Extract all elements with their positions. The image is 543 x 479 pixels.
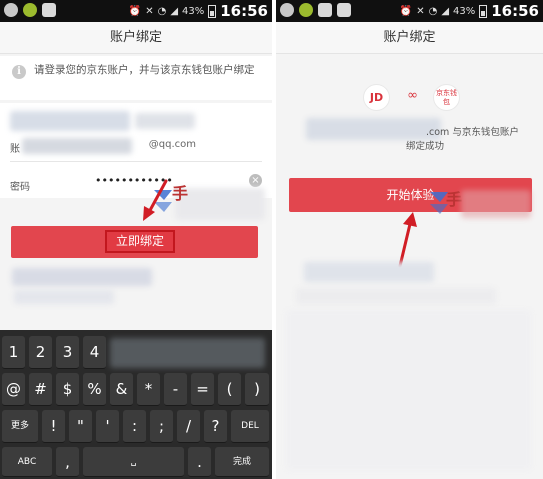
wifi-icon: ◔ (428, 5, 438, 17)
account-field[interactable]: 账 @qq.com (10, 136, 262, 162)
battery-percent: 43% (182, 5, 205, 17)
key-semicolon[interactable]: ; (150, 410, 173, 443)
success-line-1: .com 与京东钱包账户 (426, 127, 519, 138)
key-exclamation[interactable]: ! (42, 410, 65, 443)
blurred-content (14, 290, 114, 304)
bind-button[interactable]: 立即绑定 (11, 226, 258, 258)
battery-icon (479, 4, 488, 18)
key-colon[interactable]: : (123, 410, 146, 443)
status-bar: ⏰ ✕ ◔ ◢ 43% 16:56 (0, 0, 272, 22)
blurred-account (306, 118, 441, 140)
key-4[interactable]: 4 (83, 336, 106, 369)
key-hash[interactable]: # (29, 373, 52, 406)
clear-icon[interactable]: × (249, 174, 262, 187)
weather-icon (4, 3, 18, 17)
alarm-icon: ⏰ (128, 5, 142, 17)
blurred-content (12, 268, 152, 286)
key-at[interactable]: @ (2, 373, 25, 406)
key-slash[interactable]: / (177, 410, 200, 443)
blurred-content (296, 288, 496, 304)
jd-logo: JD (363, 84, 390, 111)
watermark-blur (175, 188, 265, 220)
battery-percent: 43% (453, 5, 476, 17)
pointer-arrow (394, 210, 420, 270)
notice-text: 请登录您的京东账户，并与该京东钱包账户绑定 (34, 64, 255, 76)
password-label: 密码 (10, 182, 30, 193)
login-form: 账 @qq.com 密码 •••••••••••• × (0, 103, 272, 198)
watermark-logo (426, 180, 452, 220)
info-icon: i (12, 65, 26, 79)
notification-icons (280, 3, 351, 17)
key-double-quote[interactable]: " (69, 410, 92, 443)
phone-screen-right: ⏰ ✕ ◔ ◢ 43% 16:56 账户绑定 JD ∞ 京东钱包 .com 与京… (276, 0, 543, 479)
blurred-content (304, 262, 434, 282)
clock: 16:56 (491, 2, 539, 20)
done-key[interactable]: 完成 (215, 447, 269, 477)
app-icon (23, 3, 37, 17)
key-equals[interactable]: = (191, 373, 214, 406)
key-single-quote[interactable]: ' (96, 410, 119, 443)
alarm-icon: ⏰ (399, 5, 413, 17)
key-dollar[interactable]: $ (56, 373, 79, 406)
login-notice: i 请登录您的京东账户，并与该京东钱包账户绑定 (0, 56, 272, 100)
status-bar: ⏰ ✕ ◔ ◢ 43% 16:56 (276, 0, 543, 22)
key-more[interactable]: 更多 (2, 410, 38, 443)
account-value: @qq.com (148, 139, 196, 150)
key-2[interactable]: 2 (29, 336, 52, 369)
key-period[interactable]: . (188, 447, 211, 477)
key-question[interactable]: ? (204, 410, 227, 443)
linked-logos: JD ∞ 京东钱包 (363, 84, 463, 114)
battery-icon (208, 4, 217, 18)
link-icon: ∞ (407, 88, 418, 103)
key-open-paren[interactable]: ( (218, 373, 241, 406)
watermark-blur (461, 190, 531, 218)
key-minus[interactable]: - (164, 373, 187, 406)
key-abc[interactable]: ABC (2, 447, 52, 477)
pointer-arrow (140, 178, 170, 223)
bind-button-label: 立即绑定 (105, 230, 175, 253)
app-icon (299, 3, 313, 17)
space-key[interactable]: ␣ (83, 447, 184, 477)
screenshot-icon (42, 3, 56, 17)
key-close-paren[interactable]: ) (245, 373, 269, 406)
key-1[interactable]: 1 (2, 336, 25, 369)
signal-icon: ◢ (441, 5, 450, 17)
blurred-content (10, 111, 130, 131)
key-percent[interactable]: % (83, 373, 106, 406)
screenshot-icon (337, 3, 351, 17)
key-ampersand[interactable]: & (110, 373, 133, 406)
signal-icon: ◢ (170, 5, 179, 17)
wifi-icon: ◔ (157, 5, 167, 17)
jd-wallet-logo: 京东钱包 (433, 84, 460, 111)
mute-icon: ✕ (416, 5, 425, 17)
account-label: 账 (10, 144, 20, 155)
image-icon (318, 3, 332, 17)
page-title: 账户绑定 (276, 22, 543, 54)
blurred-content (135, 113, 195, 129)
blurred-account (22, 138, 132, 154)
page-title: 账户绑定 (0, 22, 272, 54)
backspace-key[interactable]: DEL (231, 410, 269, 443)
key-asterisk[interactable]: * (137, 373, 160, 406)
phone-screen-left: ⏰ ✕ ◔ ◢ 43% 16:56 账户绑定 i 请登录您的京东账户，并与该京东… (0, 0, 272, 479)
blurred-content (286, 310, 531, 470)
success-line-2: 绑定成功 (406, 141, 445, 152)
watermark-text: 手 (172, 184, 189, 203)
blurred-keys (110, 338, 265, 368)
weather-icon (280, 3, 294, 17)
notification-icons (4, 3, 56, 17)
clock: 16:56 (220, 2, 268, 20)
key-comma[interactable]: , (56, 447, 79, 477)
mute-icon: ✕ (145, 5, 154, 17)
soft-keyboard: 1 2 3 4 @ # $ % & * - = ( ) 更多 ! " ' : ;… (0, 330, 272, 479)
key-3[interactable]: 3 (56, 336, 79, 369)
